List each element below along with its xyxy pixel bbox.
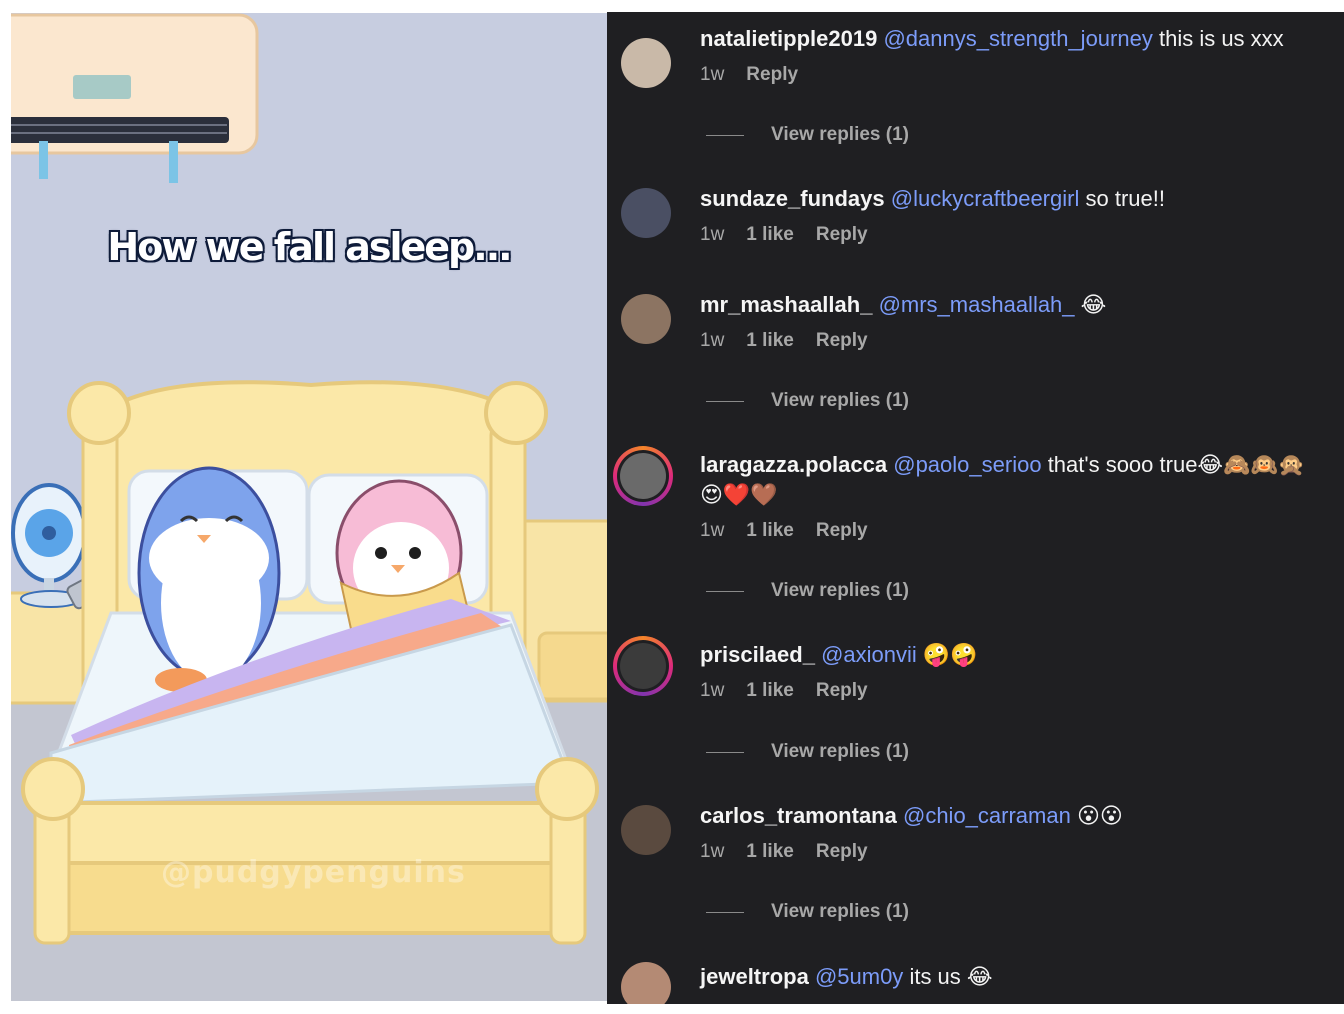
comment-timestamp: 1w bbox=[700, 64, 725, 85]
reply-button[interactable]: Reply bbox=[816, 224, 868, 246]
reply-button[interactable]: Reply bbox=[816, 680, 868, 702]
divider-line bbox=[706, 134, 744, 136]
video-caption-overlay: How we fall asleep... bbox=[106, 224, 513, 270]
like-count[interactable]: 1 like bbox=[746, 224, 794, 246]
comment-username[interactable]: carlos_tramontana bbox=[700, 803, 897, 828]
view-replies-label: View replies (1) bbox=[771, 124, 909, 145]
comment-timestamp: 1w bbox=[700, 330, 725, 351]
view-replies-label: View replies (1) bbox=[771, 580, 909, 601]
view-replies-button[interactable]: View replies (1) bbox=[706, 390, 909, 412]
view-replies-label: View replies (1) bbox=[771, 901, 909, 922]
like-count[interactable]: 1 like bbox=[746, 330, 794, 352]
comment-text: so true!! bbox=[1085, 186, 1165, 211]
avatar bbox=[620, 453, 666, 499]
comment-text: 😂 bbox=[1080, 292, 1107, 317]
avatar-story-ring[interactable] bbox=[613, 636, 673, 696]
comment-text-continued: 😍❤️🤎 bbox=[700, 482, 778, 507]
comment-username[interactable]: sundaze_fundays bbox=[700, 186, 885, 211]
avatar[interactable] bbox=[621, 38, 671, 88]
reply-button[interactable]: Reply bbox=[816, 330, 868, 352]
comment-username[interactable]: natalietipple2019 bbox=[700, 26, 877, 51]
divider-line bbox=[706, 400, 744, 402]
comment-text: 🤪🤪 bbox=[922, 642, 978, 667]
comment-timestamp: 1w bbox=[700, 680, 725, 701]
avatar[interactable] bbox=[621, 962, 671, 1004]
comment-timestamp: 1w bbox=[700, 841, 725, 862]
view-replies-button[interactable]: View replies (1) bbox=[706, 741, 909, 763]
air-conditioner-illustration bbox=[11, 13, 259, 183]
comment-text: this is us xxx bbox=[1158, 26, 1284, 51]
comment-mention[interactable]: @luckycraftbeergirl bbox=[891, 186, 1080, 211]
like-count[interactable]: 1 like bbox=[746, 680, 794, 702]
comment-text: that's sooo true😂🙈🙉🙊 bbox=[1047, 452, 1306, 477]
divider-line bbox=[706, 751, 744, 753]
comment-username[interactable]: laragazza.polacca bbox=[700, 452, 887, 477]
reply-button[interactable]: Reply bbox=[816, 841, 868, 863]
video-player[interactable]: How we fall asleep... @pudgypenguins bbox=[11, 13, 607, 1001]
avatar bbox=[620, 643, 666, 689]
comment-mention[interactable]: @dannys_strength_journey bbox=[883, 26, 1152, 51]
comment-mention[interactable]: @mrs_mashaallah_ bbox=[879, 292, 1075, 317]
view-replies-label: View replies (1) bbox=[771, 741, 909, 762]
view-replies-button[interactable]: View replies (1) bbox=[706, 124, 909, 146]
comment-username[interactable]: priscilaed_ bbox=[700, 642, 815, 667]
view-replies-button[interactable]: View replies (1) bbox=[706, 901, 909, 923]
divider-line bbox=[706, 911, 744, 913]
view-replies-button[interactable]: View replies (1) bbox=[706, 580, 909, 602]
comments-panel[interactable]: natalietipple2019 @dannys_strength_journ… bbox=[607, 12, 1344, 1004]
reply-button[interactable]: Reply bbox=[746, 64, 798, 86]
comment-username[interactable]: mr_mashaallah_ bbox=[700, 292, 872, 317]
comment-mention[interactable]: @paolo_serioo bbox=[893, 452, 1041, 477]
comment-timestamp: 1w bbox=[700, 520, 725, 541]
comment-text: its us 😂 bbox=[909, 964, 993, 989]
reply-button[interactable]: Reply bbox=[816, 520, 868, 542]
divider-line bbox=[706, 590, 744, 592]
comment-mention[interactable]: @chio_carraman bbox=[903, 803, 1071, 828]
penguins-in-bed-illustration bbox=[11, 13, 607, 1001]
avatar[interactable] bbox=[621, 188, 671, 238]
comment-text: 😮😮 bbox=[1076, 803, 1123, 828]
comment-timestamp: 1w bbox=[700, 224, 725, 245]
like-count[interactable]: 1 like bbox=[746, 841, 794, 863]
comment-username[interactable]: jeweltropa bbox=[700, 964, 809, 989]
video-watermark: @pudgypenguins bbox=[161, 855, 466, 890]
avatar[interactable] bbox=[621, 294, 671, 344]
comment-mention[interactable]: @5um0y bbox=[815, 964, 903, 989]
avatar-story-ring[interactable] bbox=[613, 446, 673, 506]
comment-mention[interactable]: @axionvii bbox=[821, 642, 917, 667]
view-replies-label: View replies (1) bbox=[771, 390, 909, 411]
like-count[interactable]: 1 like bbox=[746, 520, 794, 542]
avatar[interactable] bbox=[621, 805, 671, 855]
